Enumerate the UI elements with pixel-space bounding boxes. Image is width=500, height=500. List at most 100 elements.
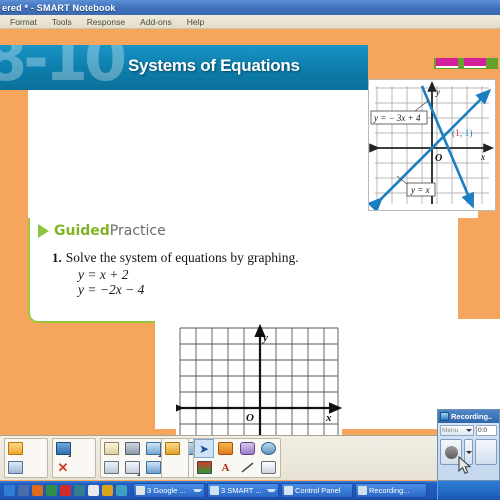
- recorder-menu-dropdown[interactable]: Menu: [440, 425, 474, 436]
- select-tool-button[interactable]: ➤: [194, 439, 214, 458]
- insert-table-button[interactable]: [122, 458, 142, 477]
- practice-label: Practice: [109, 223, 166, 239]
- recorder-menu-label: Menu: [442, 427, 459, 434]
- toolbar-edit-group: [100, 438, 208, 478]
- taskbar-item-recording[interactable]: Recording...: [355, 483, 427, 498]
- page-thumbnail-strip: [434, 58, 498, 69]
- fill-tool-button[interactable]: [259, 439, 279, 458]
- paste-button[interactable]: [101, 439, 121, 458]
- problem-equation-1: y = x + 2: [78, 267, 129, 282]
- app-green-icon[interactable]: [46, 485, 57, 496]
- taskbar-item-label: 3 SMART ...: [221, 486, 262, 495]
- quick-launch-bar: [0, 485, 133, 496]
- taskbar-item-google[interactable]: 3 Google ...: [133, 483, 205, 498]
- taskbar-item-label: Recording...: [369, 486, 410, 495]
- mouse-cursor: [458, 456, 472, 475]
- menu-bar: Format Tools Response Add-ons Help: [0, 15, 500, 29]
- recorder-icon: [358, 486, 367, 495]
- chrome-icon: [136, 486, 145, 495]
- app-orange-icon[interactable]: [32, 485, 43, 496]
- problem-text: Solve the system of equations by graphin…: [65, 250, 299, 265]
- info-group-filler: [162, 458, 182, 477]
- toolbar-draw-group: ➤ A: [193, 438, 281, 478]
- pens-tool-button[interactable]: [194, 458, 214, 477]
- system-tray[interactable]: [437, 481, 500, 500]
- delete-button[interactable]: ✕: [53, 458, 73, 477]
- app-doc-icon[interactable]: [88, 485, 99, 496]
- taskbar-task-list: 3 Google ... 3 SMART ... Control Panel R…: [133, 483, 437, 498]
- open-file-button[interactable]: [5, 439, 25, 458]
- blank-page-button[interactable]: [101, 458, 121, 477]
- toolbar-info-group: [161, 438, 189, 478]
- smart-notebook-icon: [210, 486, 219, 495]
- app-teal-icon[interactable]: [74, 485, 85, 496]
- menu-item-help[interactable]: Help: [185, 16, 206, 28]
- chevron-down-icon: [465, 450, 472, 454]
- chevron-down-icon: [267, 489, 276, 492]
- taskbar-item-control-panel[interactable]: Control Panel: [281, 483, 353, 498]
- internet-explorer-icon[interactable]: [4, 485, 15, 496]
- taskbar-item-smart[interactable]: 3 SMART ...: [207, 483, 279, 498]
- blank-x-axis-label: x: [325, 412, 332, 424]
- blank-grid-svg: y x O: [170, 323, 343, 435]
- lesson-banner: 8-10 Systems of Equations: [0, 45, 368, 90]
- example-graph: y = − 3x + 4 y = x (1, 1) O x y: [367, 79, 496, 213]
- scissors-icon: [145, 461, 161, 474]
- app-opera-icon[interactable]: [60, 485, 71, 496]
- example-origin-label: O: [435, 153, 442, 164]
- record-circle-icon: [444, 445, 458, 459]
- chapter-number: 8-10: [0, 45, 127, 90]
- chevron-down-icon: [466, 429, 472, 432]
- pens-icon: [196, 461, 212, 474]
- save-file-button[interactable]: [5, 458, 25, 477]
- pointer-icon: ➤: [198, 441, 210, 456]
- recorder-controls-row: Menu 0:0: [438, 423, 499, 436]
- menu-item-response[interactable]: Response: [85, 16, 127, 28]
- properties-button[interactable]: [162, 439, 182, 458]
- camera-icon: [124, 442, 140, 455]
- menu-item-tools[interactable]: Tools: [50, 16, 74, 28]
- example-x-axis-label: x: [480, 153, 486, 163]
- guided-practice-header: Guided Practice: [38, 223, 166, 239]
- blank-page-icon: [103, 461, 119, 474]
- clipboard-icon: [103, 442, 119, 455]
- chrome-icon[interactable]: [102, 485, 113, 496]
- blank-coordinate-grid[interactable]: y x O: [170, 323, 343, 435]
- shapes-tool-button[interactable]: [216, 439, 236, 458]
- example-y-axis-label: y: [435, 88, 441, 98]
- eraser-icon: [239, 442, 255, 455]
- example-graph-svg: y = − 3x + 4 y = x (1, 1) O x y: [367, 80, 495, 213]
- pause-button[interactable]: [474, 439, 497, 465]
- practice-problem: 1. Solve the system of equations by grap…: [52, 249, 452, 297]
- menu-item-format[interactable]: Format: [8, 16, 39, 28]
- line-tool-button[interactable]: [237, 458, 257, 477]
- app-blue-icon[interactable]: [18, 485, 29, 496]
- problem-number: 1.: [52, 250, 62, 265]
- guided-label: Guided: [54, 223, 110, 239]
- screen-shade-button[interactable]: [53, 439, 73, 458]
- taskbar-item-label: 3 Google ...: [147, 486, 186, 495]
- notebook-toolbar: ✕ ➤ A: [0, 435, 500, 480]
- control-panel-icon: [284, 486, 293, 495]
- menu-item-addons[interactable]: Add-ons: [138, 16, 174, 28]
- toolbar-file-group: [4, 438, 48, 478]
- letter-a-icon: A: [221, 461, 230, 474]
- recorder-title-text: Recording..: [451, 412, 493, 421]
- recorder-icon: [440, 412, 449, 421]
- app-cyan-icon[interactable]: [116, 485, 127, 496]
- screen-capture-button[interactable]: [122, 439, 142, 458]
- example-line2-equation: y = x: [410, 185, 430, 195]
- windows-taskbar: 3 Google ... 3 SMART ... Control Panel R…: [0, 481, 500, 500]
- blank-origin-label: O: [246, 412, 254, 424]
- blank-y-axis-label: y: [261, 332, 268, 344]
- floppy-disk-icon: [7, 461, 23, 474]
- problem-equation-2: y = −2x − 4: [78, 282, 145, 297]
- eraser-tool-button[interactable]: [237, 439, 257, 458]
- chevron-down-icon: [193, 489, 202, 492]
- text-tool-button[interactable]: A: [216, 458, 236, 477]
- recorder-time-display: 0:0: [476, 425, 497, 436]
- clean-eraser-button[interactable]: [259, 458, 279, 477]
- window-title-bar: ered * - SMART Notebook: [0, 0, 500, 15]
- notebook-page-canvas[interactable]: 8-10 Systems of Equations y = − 3x + 4 y…: [0, 29, 500, 435]
- paint-bucket-icon: [261, 442, 276, 455]
